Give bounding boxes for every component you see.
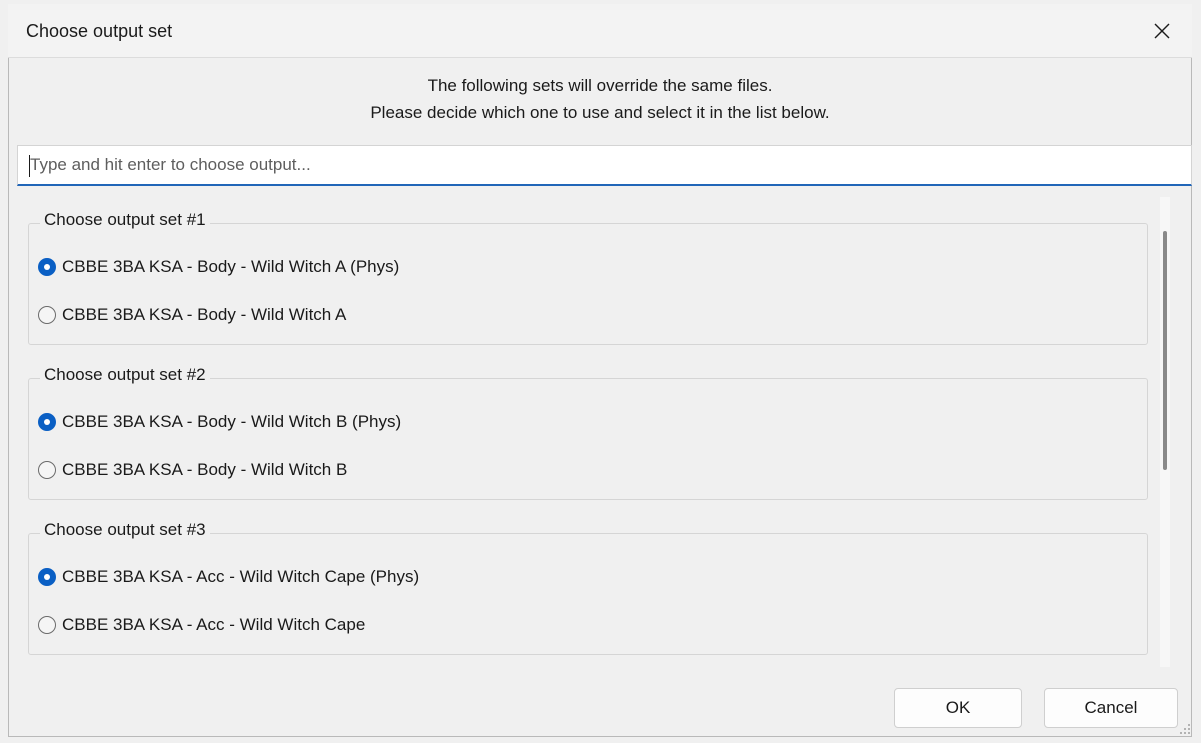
ok-button[interactable]: OK	[894, 688, 1022, 728]
radio-option[interactable]: CBBE 3BA KSA - Acc - Wild Witch Cape	[38, 612, 365, 638]
window-title: Choose output set	[26, 21, 173, 41]
radio-label: CBBE 3BA KSA - Body - Wild Witch B	[62, 460, 348, 479]
radio-unchecked-icon	[38, 616, 56, 634]
group-label: Choose output set #3	[40, 520, 210, 540]
group-label: Choose output set #2	[40, 365, 210, 385]
radio-label: CBBE 3BA KSA - Body - Wild Witch A (Phys…	[62, 257, 400, 276]
resize-grip-icon[interactable]	[1179, 723, 1191, 735]
radio-checked-icon	[38, 413, 56, 431]
radio-unchecked-icon	[38, 461, 56, 479]
vertical-scrollbar[interactable]	[1160, 197, 1170, 667]
instructions: The following sets will override the sam…	[8, 72, 1192, 126]
radio-option[interactable]: CBBE 3BA KSA - Body - Wild Witch A	[38, 302, 346, 328]
instructions-line-2: Please decide which one to use and selec…	[370, 103, 830, 122]
output-set-group-3: Choose output set #3 CBBE 3BA KSA - Acc …	[28, 520, 1148, 655]
output-set-group-2: Choose output set #2 CBBE 3BA KSA - Body…	[28, 365, 1148, 500]
output-set-group-1: Choose output set #1 CBBE 3BA KSA - Body…	[28, 210, 1148, 345]
close-button[interactable]	[1132, 4, 1192, 57]
radio-option[interactable]: CBBE 3BA KSA - Body - Wild Witch A (Phys…	[38, 254, 399, 280]
radio-label: CBBE 3BA KSA - Body - Wild Witch A	[62, 305, 347, 324]
radio-option[interactable]: CBBE 3BA KSA - Acc - Wild Witch Cape (Ph…	[38, 564, 419, 590]
radio-checked-icon	[38, 568, 56, 586]
scrollbar-thumb[interactable]	[1163, 231, 1167, 470]
output-set-list[interactable]: Choose output set #1 CBBE 3BA KSA - Body…	[17, 197, 1192, 667]
close-icon	[1154, 23, 1170, 38]
radio-option[interactable]: CBBE 3BA KSA - Body - Wild Witch B	[38, 457, 347, 483]
cancel-button[interactable]: Cancel	[1044, 688, 1178, 728]
radio-label: CBBE 3BA KSA - Acc - Wild Witch Cape (Ph…	[62, 567, 420, 586]
title-bar: Choose output set	[8, 4, 1192, 58]
radio-label: CBBE 3BA KSA - Body - Wild Witch B (Phys…	[62, 412, 402, 431]
search-input[interactable]	[17, 145, 1192, 186]
instructions-line-1: The following sets will override the sam…	[427, 76, 773, 95]
radio-checked-icon	[38, 258, 56, 276]
radio-label: CBBE 3BA KSA - Acc - Wild Witch Cape	[62, 615, 366, 634]
text-caret	[29, 155, 30, 177]
radio-option[interactable]: CBBE 3BA KSA - Body - Wild Witch B (Phys…	[38, 409, 401, 435]
group-label: Choose output set #1	[40, 210, 210, 230]
radio-unchecked-icon	[38, 306, 56, 324]
